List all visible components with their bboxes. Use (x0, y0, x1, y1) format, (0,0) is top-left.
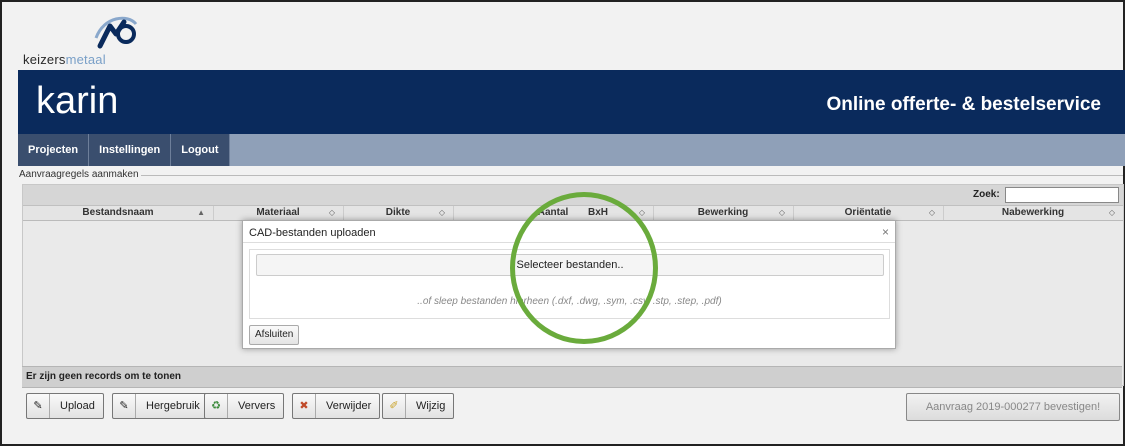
column-bxh[interactable]: BxH ◇ (543, 206, 654, 220)
nav-instellingen[interactable]: Instellingen (89, 134, 172, 166)
app-title: karin (36, 80, 119, 122)
file-dropzone[interactable]: Selecteer bestanden.. ..of sleep bestand… (249, 249, 890, 319)
header-banner: karin Online offerte- & bestelservice (18, 70, 1125, 134)
fieldset-border (110, 175, 1123, 176)
company-logo: keizersmetaal (20, 8, 180, 70)
close-icon[interactable]: × (882, 225, 889, 239)
grid-toolbar: Zoek: (23, 185, 1123, 206)
sort-icon: ◇ (328, 208, 335, 217)
afsluiten-button[interactable]: Afsluiten (249, 325, 300, 345)
upload-button[interactable]: ✎ Upload (26, 393, 104, 419)
edit-icon: ✐ (383, 394, 406, 418)
delete-icon: ✖ (293, 394, 316, 418)
sort-icon: ◇ (438, 208, 445, 217)
logo-mark-icon (94, 16, 138, 49)
dialog-divider (243, 242, 895, 243)
column-bestandsnaam[interactable]: Bestandsnaam ▲ (23, 206, 214, 220)
logo-text: keizersmetaal (23, 52, 106, 67)
hergebruik-button[interactable]: ✎ Hergebruik (112, 393, 209, 419)
sort-icon: ◇ (928, 208, 935, 217)
grid-status-bar: Er zijn geen records om te tonen (22, 366, 1122, 388)
app-frame: keizersmetaal karin Online offerte- & be… (0, 0, 1125, 446)
nav-projecten[interactable]: Projecten (18, 134, 90, 166)
dialog-title: CAD-bestanden uploaden (249, 227, 376, 239)
select-files-button[interactable]: Selecteer bestanden.. (256, 254, 884, 276)
grid-header: Bestandsnaam ▲ Materiaal ◇ Dikte ◇ Aantal B… (23, 206, 1123, 221)
column-dikte[interactable]: Dikte ◇ (343, 206, 454, 220)
search-input[interactable] (1005, 187, 1119, 203)
main-nav: Projecten Instellingen Logout (18, 134, 1125, 166)
column-materiaal[interactable]: Materiaal ◇ (213, 206, 344, 220)
search-label: Zoek: (973, 189, 1000, 200)
sort-asc-icon: ▲ (197, 208, 205, 217)
sort-icon: ◇ (638, 208, 645, 217)
sort-icon: ◇ (1108, 208, 1115, 217)
drop-hint-text: ..of sleep bestanden hierheen (.dxf, .dw… (417, 296, 722, 307)
verwijder-button[interactable]: ✖ Verwijder (292, 393, 381, 419)
nav-logout[interactable]: Logout (171, 134, 230, 166)
column-bewerking[interactable]: Bewerking ◇ (653, 206, 794, 220)
column-orientatie[interactable]: Oriëntatie ◇ (793, 206, 944, 220)
ververs-button[interactable]: ♻ Ververs (204, 393, 285, 419)
paperclip-icon: ✎ (113, 394, 136, 418)
section-label: Aanvraagregels aanmaken (19, 169, 141, 180)
app-subtitle: Online offerte- & bestelservice (826, 94, 1101, 115)
column-nabewerking[interactable]: Nabewerking ◇ (943, 206, 1123, 220)
wijzig-button[interactable]: ✐ Wijzig (382, 393, 455, 419)
paperclip-icon: ✎ (27, 394, 50, 418)
empty-records-message: Er zijn geen records om te tonen (26, 371, 182, 382)
refresh-icon: ♻ (205, 394, 228, 418)
upload-dialog: CAD-bestanden uploaden × Selecteer besta… (242, 220, 896, 349)
sort-icon: ◇ (778, 208, 785, 217)
confirm-request-button[interactable]: Aanvraag 2019-000277 bevestigen! (906, 393, 1120, 421)
